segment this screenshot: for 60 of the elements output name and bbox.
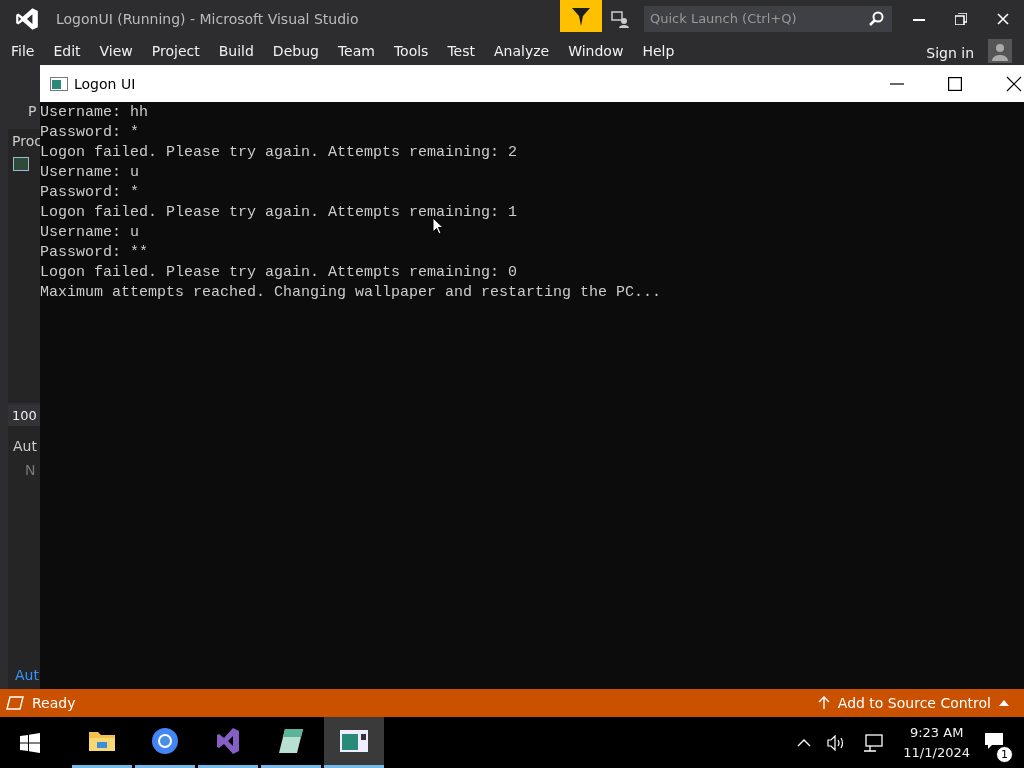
menu-item[interactable]: View xyxy=(99,43,133,59)
menu-item[interactable]: Project xyxy=(151,43,200,59)
console-line: Logon failed. Please try again. Attempts remaining: 2 xyxy=(40,143,518,163)
notepad-icon xyxy=(277,727,305,755)
feedback-icon[interactable] xyxy=(610,8,630,29)
filter-icon[interactable] xyxy=(560,0,602,32)
caret-up-icon[interactable] xyxy=(797,738,812,747)
menu-item[interactable]: Tools xyxy=(393,43,429,59)
folder-icon xyxy=(88,729,116,753)
console-app-icon xyxy=(50,76,68,91)
menu-item[interactable]: Test xyxy=(447,43,475,59)
close-icon[interactable] xyxy=(1006,75,1022,92)
menu-item[interactable]: Team xyxy=(337,43,375,59)
taskbar-app-button[interactable] xyxy=(324,717,384,768)
column-header: N xyxy=(24,462,37,478)
menu-item[interactable]: File xyxy=(11,43,35,59)
menu-item[interactable]: Window xyxy=(568,43,624,59)
console-line: Username: hh xyxy=(40,103,149,123)
panel-tab[interactable]: Proc xyxy=(8,133,40,149)
console-line: Username: u xyxy=(40,223,140,243)
csharp-project-icon xyxy=(13,157,29,171)
notification-count: 1 xyxy=(996,745,1013,763)
account-icon[interactable] xyxy=(988,39,1012,63)
visual-studio-icon xyxy=(216,727,240,755)
maximize-icon[interactable] xyxy=(948,76,962,91)
menu-item[interactable]: Debug xyxy=(272,43,319,59)
source-control-button[interactable]: Add to Source Control xyxy=(837,695,991,711)
visual-studio-logo-icon xyxy=(14,5,40,32)
search-icon[interactable] xyxy=(868,10,884,27)
console-line: Maximum attempts reached. Changing wallpaper and restarting the PC... xyxy=(40,283,662,303)
upload-arrow-icon xyxy=(817,696,830,710)
menu-item[interactable]: Build xyxy=(218,43,254,59)
toolbar-label: P xyxy=(28,103,38,119)
restore-icon[interactable] xyxy=(955,12,967,25)
menu-item[interactable]: Analyze xyxy=(494,43,550,59)
window-title: Logon UI xyxy=(74,75,136,92)
network-icon[interactable] xyxy=(863,733,884,752)
panel-tab[interactable]: Aut xyxy=(8,667,40,683)
console-line: Password: * xyxy=(40,183,140,203)
console-line: Password: ** xyxy=(40,243,149,263)
notifications-icon[interactable] xyxy=(984,731,1004,750)
console-line: Logon failed. Please try again. Attempts remaining: 0 xyxy=(40,263,518,283)
output-icon xyxy=(6,696,24,710)
clock-time[interactable]: 9:23 AM xyxy=(909,722,964,743)
menu-item[interactable]: Edit xyxy=(53,43,81,59)
zoom-level[interactable]: 100 xyxy=(8,405,40,426)
console-line: Logon failed. Please try again. Attempts remaining: 1 xyxy=(40,203,518,223)
browser-icon xyxy=(151,727,179,755)
windows-start-icon[interactable] xyxy=(20,732,40,753)
mouse-pointer-icon xyxy=(432,217,444,235)
sign-in-link[interactable]: Sign in xyxy=(926,45,974,61)
clock-date[interactable]: 11/1/2024 xyxy=(903,742,970,763)
panel-title: Aut xyxy=(12,438,38,454)
console-window-icon xyxy=(340,730,368,752)
window-title: LogonUI (Running) - Microsoft Visual Studio xyxy=(56,10,359,27)
menu-item[interactable]: Help xyxy=(642,43,675,59)
status-text: Ready xyxy=(32,695,76,711)
console-line: Password: * xyxy=(40,123,140,143)
console-line: Username: u xyxy=(40,163,140,183)
quick-launch-field[interactable]: Quick Launch (Ctrl+Q) xyxy=(644,5,892,32)
